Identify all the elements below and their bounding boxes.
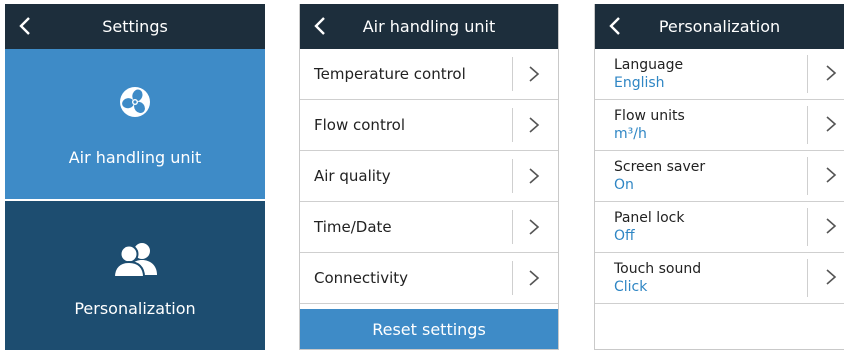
chevron-right-icon xyxy=(825,268,837,290)
chevron-right-icon xyxy=(825,115,837,137)
setting-value: m³/h xyxy=(614,126,647,142)
chevron-right-icon xyxy=(528,116,540,138)
setting-language[interactable]: Language English xyxy=(595,49,844,100)
divider xyxy=(807,259,808,297)
setting-value: English xyxy=(614,75,665,91)
settings-header: Settings xyxy=(5,4,265,49)
setting-label: Panel lock xyxy=(614,210,685,226)
page-title: Personalization xyxy=(658,17,781,36)
divider xyxy=(807,157,808,195)
setting-flow-units[interactable]: Flow units m³/h xyxy=(595,100,844,151)
setting-label: Touch sound xyxy=(614,261,702,277)
personalization-label: Personalization xyxy=(74,299,196,318)
settings-screen: Settings Air handling unit Personalizati… xyxy=(5,4,265,350)
setting-label: Screen saver xyxy=(614,159,706,175)
setting-screen-saver[interactable]: Screen saver On xyxy=(595,151,844,202)
setting-value: On xyxy=(614,177,634,193)
divider xyxy=(807,106,808,144)
menu-item-temperature-control[interactable]: Temperature control xyxy=(300,49,558,100)
setting-value: Click xyxy=(614,279,648,295)
setting-label: Language xyxy=(614,57,684,73)
chevron-right-icon xyxy=(528,218,540,240)
setting-value: Off xyxy=(614,228,635,244)
air-handling-unit-label: Air handling unit xyxy=(68,148,202,167)
personalization-screen: Personalization Language English Flow un… xyxy=(594,4,844,350)
divider xyxy=(807,208,808,246)
setting-touch-sound[interactable]: Touch sound Click xyxy=(595,253,844,304)
divider xyxy=(807,55,808,93)
chevron-right-icon xyxy=(825,64,837,86)
chevron-right-icon xyxy=(528,167,540,189)
ahu-header: Air handling unit xyxy=(300,4,558,49)
back-chevron-icon[interactable] xyxy=(310,15,332,37)
menu-item-label: Air quality xyxy=(314,167,391,185)
divider xyxy=(512,210,513,244)
divider xyxy=(512,108,513,142)
air-handling-unit-tile[interactable]: Air handling unit xyxy=(5,49,265,199)
page-title: Air handling unit xyxy=(362,17,496,36)
chevron-right-icon xyxy=(528,269,540,291)
menu-item-flow-control[interactable]: Flow control xyxy=(300,100,558,151)
divider xyxy=(512,261,513,295)
setting-panel-lock[interactable]: Panel lock Off xyxy=(595,202,844,253)
menu-item-label: Time/Date xyxy=(314,218,392,236)
divider xyxy=(512,159,513,193)
menu-item-label: Flow control xyxy=(314,116,406,134)
users-icon xyxy=(111,241,159,281)
back-chevron-icon[interactable] xyxy=(15,15,37,37)
menu-item-air-quality[interactable]: Air quality xyxy=(300,151,558,202)
reset-settings-button[interactable]: Reset settings xyxy=(300,309,558,349)
divider xyxy=(512,57,513,91)
setting-label: Flow units xyxy=(614,108,685,124)
back-chevron-icon[interactable] xyxy=(605,15,627,37)
chevron-right-icon xyxy=(528,65,540,87)
air-handling-unit-screen: Air handling unit Temperature control Fl… xyxy=(299,4,559,350)
page-title: Settings xyxy=(102,17,168,36)
menu-item-connectivity[interactable]: Connectivity xyxy=(300,253,558,304)
personalization-tile[interactable]: Personalization xyxy=(5,201,265,350)
fan-icon xyxy=(119,86,151,122)
chevron-right-icon xyxy=(825,217,837,239)
menu-item-time-date[interactable]: Time/Date xyxy=(300,202,558,253)
personalization-header: Personalization xyxy=(595,4,844,49)
chevron-right-icon xyxy=(825,166,837,188)
menu-item-label: Connectivity xyxy=(314,269,408,287)
menu-item-label: Temperature control xyxy=(314,65,466,83)
